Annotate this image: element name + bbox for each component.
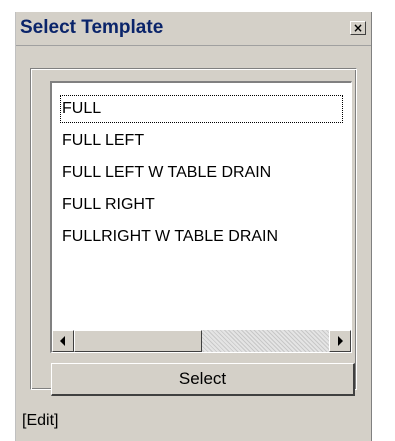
template-list-item-fullright-w-table-drain[interactable]: FULLRIGHT W TABLE DRAIN: [52, 221, 351, 253]
window-title: Select Template: [20, 17, 164, 38]
scroll-left-button[interactable]: [52, 330, 74, 352]
scroll-right-button[interactable]: [329, 330, 351, 352]
status-text: [Edit]: [22, 412, 59, 429]
title-bar: Select Template ×: [16, 12, 371, 46]
template-list-item-full-left-w-table-drain[interactable]: FULL LEFT W TABLE DRAIN: [52, 157, 351, 189]
scrollbar-thumb[interactable]: [74, 330, 202, 352]
select-button[interactable]: Select: [51, 363, 355, 396]
template-list-item-full-left[interactable]: FULL LEFT: [52, 125, 351, 157]
template-list-items: FULL FULL LEFT FULL LEFT W TABLE DRAIN F…: [52, 93, 351, 253]
horizontal-scrollbar[interactable]: [52, 330, 351, 352]
template-list-item-full[interactable]: FULL: [58, 93, 345, 125]
template-listbox[interactable]: FULL FULL LEFT FULL LEFT W TABLE DRAIN F…: [50, 81, 352, 353]
template-list-item-full-right[interactable]: FULL RIGHT: [52, 189, 351, 221]
close-icon: ×: [352, 21, 364, 35]
select-template-window: Select Template × FULL FULL LEFT FULL LE…: [15, 12, 372, 441]
arrow-left-icon: [60, 336, 65, 346]
arrow-right-icon: [338, 336, 343, 346]
close-button[interactable]: ×: [350, 21, 366, 35]
